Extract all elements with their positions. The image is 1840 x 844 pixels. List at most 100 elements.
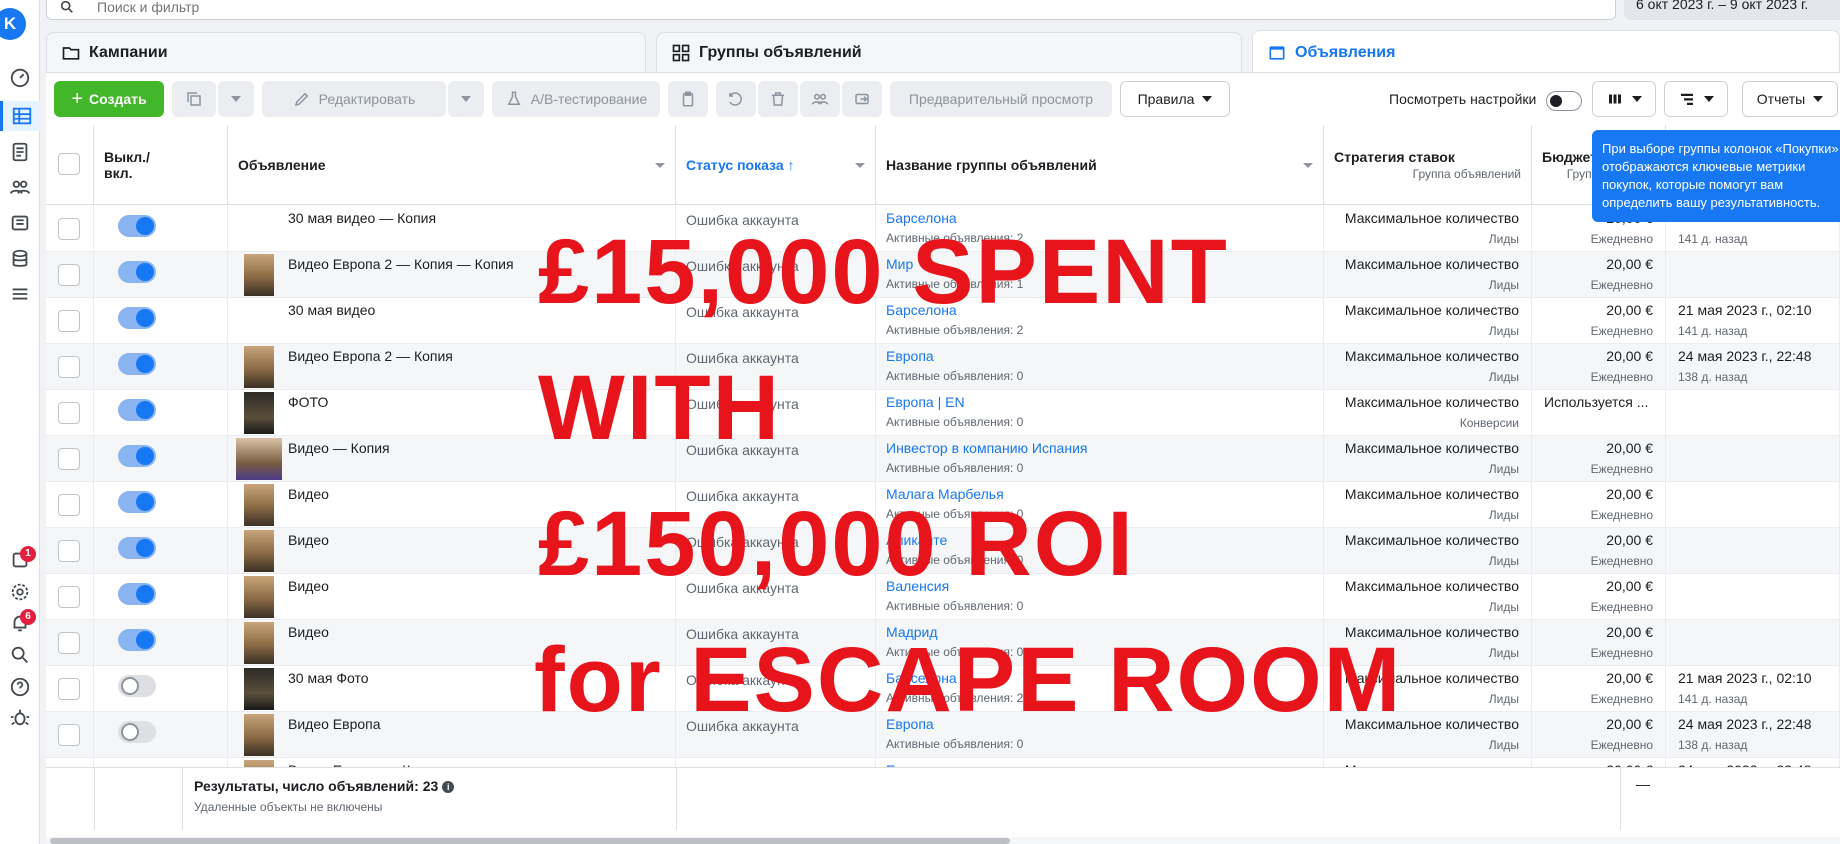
- tab-ad-sets[interactable]: Группы объявлений: [656, 32, 1242, 72]
- ad-thumbnail[interactable]: [244, 622, 274, 664]
- search-input[interactable]: [97, 0, 697, 15]
- scrollbar-thumb[interactable]: [50, 838, 1010, 844]
- ad-name[interactable]: Видео Европа: [288, 716, 381, 732]
- document-icon[interactable]: [0, 137, 40, 167]
- duplicate-dropdown[interactable]: [218, 81, 254, 117]
- account-avatar[interactable]: K: [0, 8, 26, 40]
- undo-button[interactable]: [716, 81, 756, 117]
- header-ad-name[interactable]: Объявление: [228, 125, 676, 205]
- create-button[interactable]: + Создать: [54, 81, 164, 117]
- catalog-icon[interactable]: [0, 208, 40, 238]
- ad-name[interactable]: Видео Европа 2 — Копия — Копия: [288, 256, 514, 272]
- ad-name[interactable]: ФОТО: [288, 394, 328, 410]
- table-row[interactable]: Видео Европа — КопияОшибка аккаунтаЕвроп…: [46, 758, 1840, 767]
- row-checkbox[interactable]: [58, 540, 80, 562]
- adset-link[interactable]: Европа | EN: [886, 394, 965, 410]
- ad-on-off-toggle[interactable]: [118, 583, 156, 605]
- ads-manager-table-icon[interactable]: [0, 101, 40, 131]
- row-checkbox[interactable]: [58, 494, 80, 516]
- ad-on-off-toggle[interactable]: [118, 629, 156, 651]
- row-checkbox[interactable]: [58, 632, 80, 654]
- ad-name[interactable]: Видео: [288, 486, 329, 502]
- ad-thumbnail[interactable]: [244, 714, 274, 756]
- view-settings-toggle[interactable]: [1546, 91, 1582, 111]
- ad-thumbnail[interactable]: [244, 484, 274, 526]
- row-checkbox[interactable]: [58, 264, 80, 286]
- ad-on-off-toggle[interactable]: [118, 445, 156, 467]
- row-checkbox[interactable]: [58, 448, 80, 470]
- ad-on-off-toggle[interactable]: [118, 721, 156, 743]
- ad-name[interactable]: 30 мая видео — Копия: [288, 210, 436, 226]
- all-tools-menu-icon[interactable]: [0, 279, 40, 309]
- clipboard-button[interactable]: [668, 81, 708, 117]
- row-checkbox[interactable]: [58, 310, 80, 332]
- ab-test-button[interactable]: A/B-тестирование: [492, 81, 660, 117]
- ad-thumbnail[interactable]: [244, 346, 274, 388]
- ad-on-off-toggle[interactable]: [118, 215, 156, 237]
- table-row[interactable]: Видео — Копия Ошибка аккаунта Инвестор в к…: [46, 436, 1840, 482]
- bell-icon[interactable]: 6: [0, 608, 40, 638]
- ad-thumbnail[interactable]: [236, 438, 282, 480]
- header-adset-name[interactable]: Название группы объявлений: [876, 125, 1324, 205]
- reports-dropdown[interactable]: Отчеты: [1742, 81, 1838, 117]
- ad-name[interactable]: Видео — Копия: [288, 440, 390, 456]
- table-row[interactable]: ФОТО Ошибка аккаунта Европа | EN Активные о…: [46, 390, 1840, 436]
- ad-thumbnail[interactable]: [244, 530, 274, 572]
- select-all-checkbox[interactable]: [58, 153, 80, 175]
- rules-dropdown[interactable]: Правила: [1120, 81, 1230, 117]
- ad-on-off-toggle[interactable]: [118, 261, 156, 283]
- ad-name[interactable]: Видео Европа 2 — Копия: [288, 348, 453, 364]
- row-checkbox[interactable]: [58, 356, 80, 378]
- search-filter-bar[interactable]: [46, 0, 1616, 20]
- billing-icon[interactable]: [0, 244, 40, 274]
- settings-gear-icon[interactable]: [0, 577, 40, 607]
- ad-on-off-toggle[interactable]: [118, 307, 156, 329]
- bug-report-icon[interactable]: [0, 702, 40, 732]
- audience-icon[interactable]: [0, 172, 40, 202]
- gauge-icon[interactable]: [0, 62, 40, 92]
- ad-thumbnail[interactable]: [244, 760, 274, 767]
- tab-ads[interactable]: Объявления: [1252, 30, 1840, 74]
- breakdown-button[interactable]: [1664, 81, 1728, 117]
- row-checkbox[interactable]: [58, 678, 80, 700]
- header-delivery-status[interactable]: Статус показа ↑: [676, 125, 876, 205]
- ad-thumbnail[interactable]: [244, 576, 274, 618]
- ad-on-off-toggle[interactable]: [118, 537, 156, 559]
- edit-dropdown[interactable]: [448, 81, 484, 117]
- adset-link[interactable]: Европа: [886, 348, 934, 364]
- ad-name[interactable]: Видео: [288, 532, 329, 548]
- row-checkbox[interactable]: [58, 402, 80, 424]
- delete-button[interactable]: [758, 81, 798, 117]
- edit-button[interactable]: Редактировать: [262, 81, 446, 117]
- ad-on-off-toggle[interactable]: [118, 353, 156, 375]
- duplicate-button[interactable]: [172, 81, 216, 117]
- ad-thumbnail[interactable]: [244, 254, 274, 296]
- ad-name[interactable]: 30 мая видео: [288, 302, 375, 318]
- search-icon[interactable]: [0, 640, 40, 670]
- audience-button[interactable]: [800, 81, 840, 117]
- help-icon[interactable]: [0, 672, 40, 702]
- ad-name[interactable]: Видео: [288, 624, 329, 640]
- row-checkbox[interactable]: [58, 586, 80, 608]
- ad-name[interactable]: 30 мая Фото: [288, 670, 369, 686]
- ad-on-off-toggle[interactable]: [118, 491, 156, 513]
- header-bid-strategy[interactable]: Стратегия ставок Группа объявлений: [1324, 125, 1532, 205]
- ad-on-off-toggle[interactable]: [118, 399, 156, 421]
- header-toggle[interactable]: Выкл./ вкл.: [94, 125, 228, 205]
- ad-thumbnail[interactable]: [244, 668, 274, 710]
- preview-button[interactable]: Предварительный просмотр: [890, 81, 1112, 117]
- ad-thumbnail[interactable]: [244, 392, 274, 434]
- row-checkbox[interactable]: [58, 724, 80, 746]
- adset-link[interactable]: Инвестор в компанию Испания: [886, 440, 1087, 456]
- export-button[interactable]: [842, 81, 882, 117]
- ad-on-off-toggle[interactable]: [118, 675, 156, 697]
- info-icon[interactable]: i: [442, 781, 455, 794]
- date-range-picker[interactable]: 6 окт 2023 г. – 9 окт 2023 г.: [1624, 0, 1840, 20]
- horizontal-scrollbar[interactable]: [46, 837, 1840, 844]
- table-row[interactable]: Видео Европа 2 — Копия Ошибка аккаунта Евр…: [46, 344, 1840, 390]
- columns-button[interactable]: [1592, 81, 1656, 117]
- notifications-center-icon[interactable]: 1: [0, 545, 40, 575]
- row-checkbox[interactable]: [58, 218, 80, 240]
- ad-name[interactable]: Видео: [288, 578, 329, 594]
- tab-campaigns[interactable]: Кампании: [46, 32, 646, 72]
